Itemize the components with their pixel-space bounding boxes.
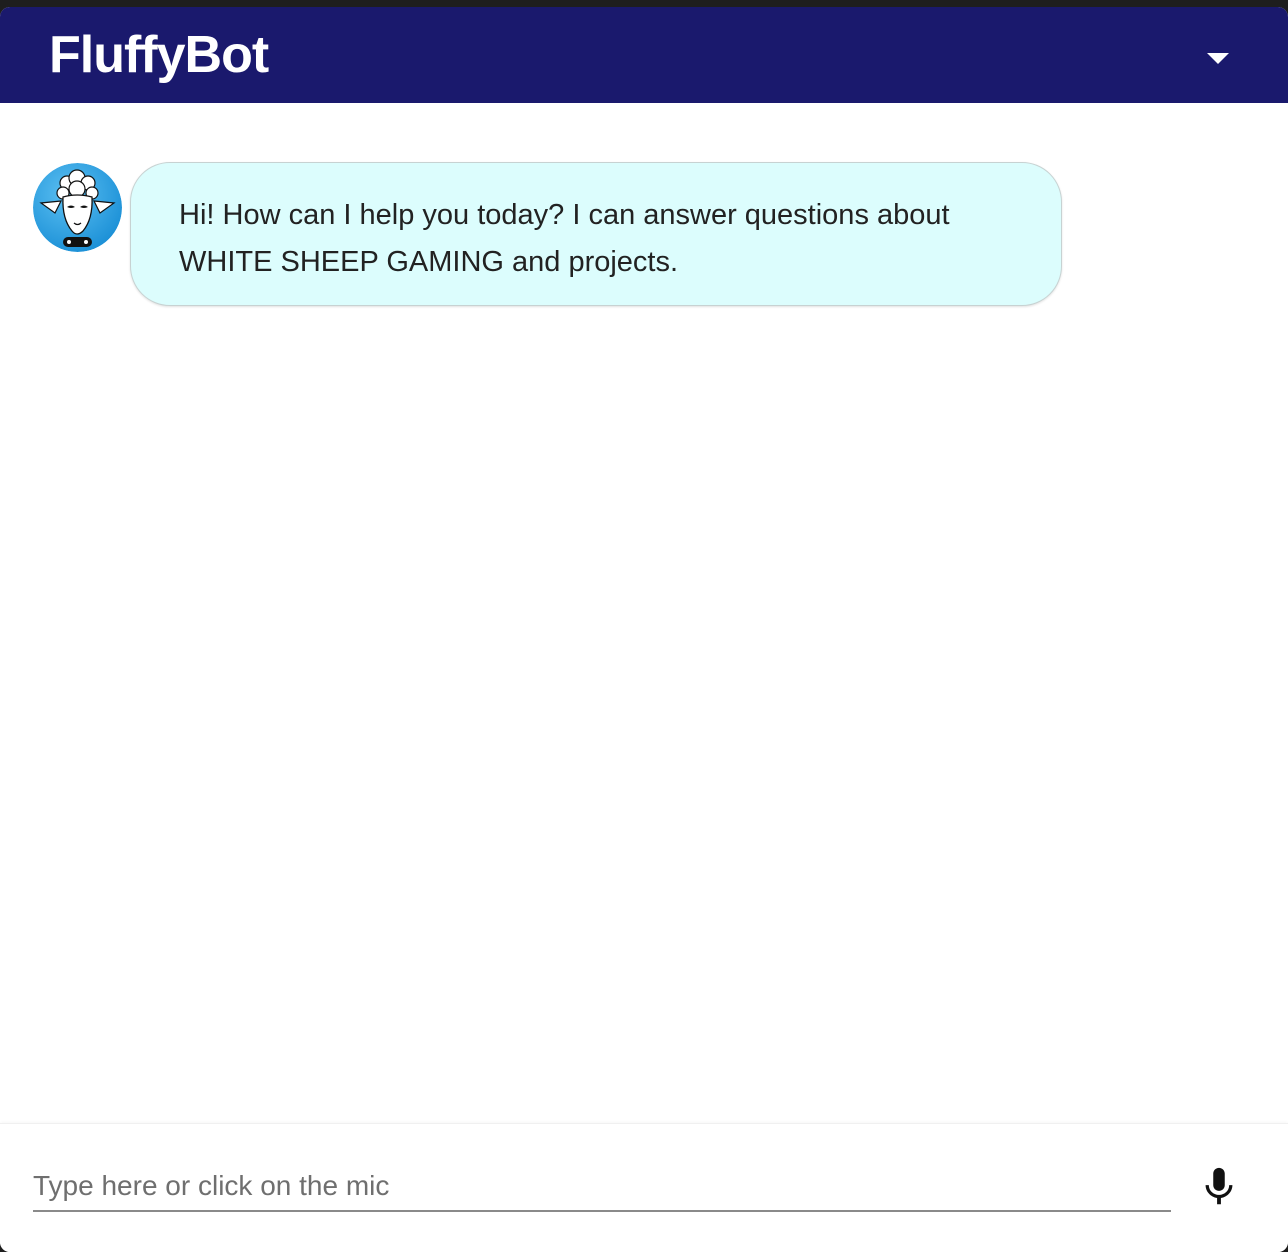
app-title: FluffyBot bbox=[49, 26, 269, 84]
caret-down-icon[interactable] bbox=[1196, 35, 1240, 75]
bot-message-bubble: Hi! How can I help you today? I can answ… bbox=[130, 162, 1062, 306]
chat-header: FluffyBot bbox=[0, 7, 1288, 103]
chat-window: FluffyBot Hi! How can I help you today? … bbox=[0, 7, 1288, 1252]
message-list[interactable]: Hi! How can I help you today? I can answ… bbox=[0, 103, 1288, 1123]
microphone-icon[interactable] bbox=[1196, 1164, 1242, 1210]
composer-bar bbox=[0, 1123, 1288, 1252]
message-input-wrapper bbox=[33, 1164, 1171, 1212]
sheep-avatar-icon bbox=[33, 163, 122, 252]
message-input[interactable] bbox=[33, 1164, 1171, 1208]
